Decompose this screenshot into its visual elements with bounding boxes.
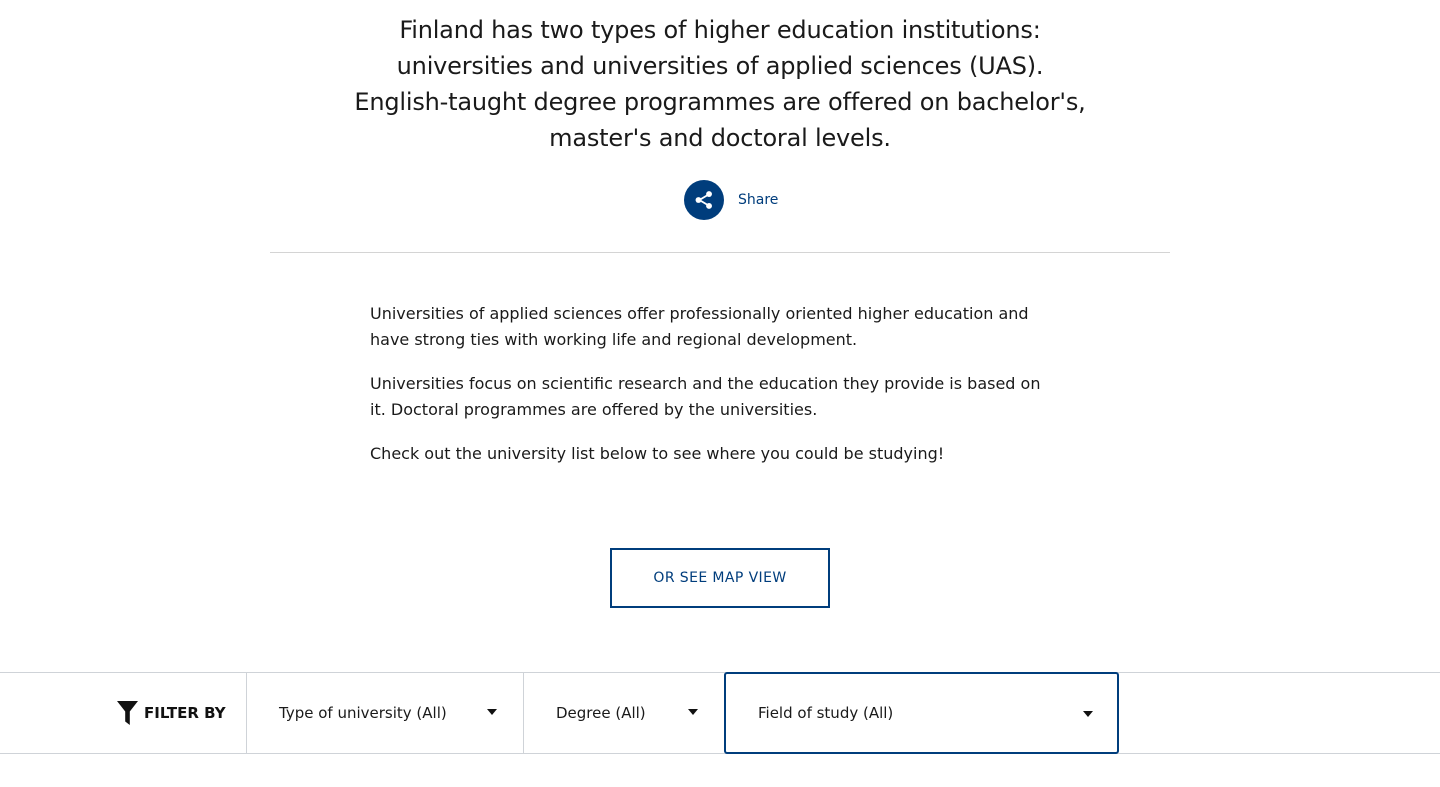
body-text: Universities of applied sciences offer p… — [370, 301, 1050, 467]
intro-line-1: Finland has two types of higher educatio… — [396, 16, 1044, 80]
paragraph-uas: Universities of applied sciences offer p… — [370, 304, 1029, 349]
chevron-down-icon — [1083, 711, 1093, 717]
filter-bar: FILTER BY Type of university (All) Degre… — [0, 672, 1440, 754]
chevron-down-icon — [487, 709, 497, 715]
intro-line-2: English-taught degree programmes are off… — [354, 88, 1086, 152]
type-of-university-select[interactable]: Type of university (All) — [247, 673, 523, 753]
funnel-icon — [117, 701, 138, 725]
field-of-study-value: Field of study (All) — [758, 704, 894, 722]
chevron-down-icon — [688, 709, 698, 715]
field-of-study-select[interactable]: Field of study (All) — [724, 672, 1119, 754]
page: Finland has two types of higher educatio… — [0, 0, 1440, 787]
map-view-button[interactable]: OR SEE MAP VIEW — [610, 548, 830, 608]
filter-by-text: FILTER BY — [144, 704, 226, 722]
filter-by-label: FILTER BY — [117, 673, 226, 753]
paragraph-cta: Check out the university list below to s… — [370, 444, 945, 463]
share-label[interactable]: Share — [738, 192, 778, 208]
share-icon[interactable] — [684, 180, 724, 220]
section-divider — [270, 252, 1170, 253]
share-button[interactable]: Share — [684, 180, 778, 220]
degree-select[interactable]: Degree (All) — [524, 673, 724, 753]
degree-value: Degree (All) — [556, 704, 646, 722]
paragraph-universities: Universities focus on scientific researc… — [370, 374, 1041, 419]
intro-lead: Finland has two types of higher educatio… — [340, 12, 1100, 156]
type-of-university-value: Type of university (All) — [279, 704, 447, 722]
